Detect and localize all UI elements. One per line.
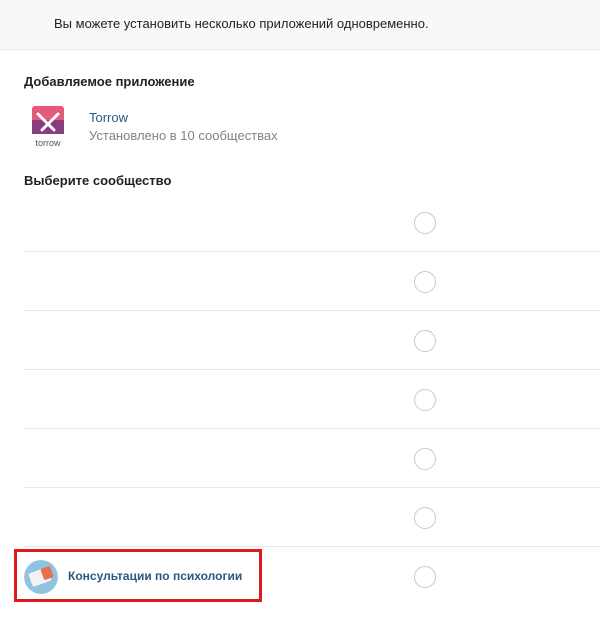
community-row[interactable]	[24, 488, 600, 547]
community-row[interactable]	[24, 252, 600, 311]
app-install-count: Установлено в 10 сообществах	[89, 128, 278, 143]
community-radio[interactable]	[414, 448, 436, 470]
community-radio[interactable]	[414, 271, 436, 293]
community-row[interactable]	[24, 370, 600, 429]
community-radio[interactable]	[414, 212, 436, 234]
torrow-logo-icon: torrow	[32, 106, 64, 148]
community-radio[interactable]	[414, 389, 436, 411]
community-row[interactable]	[24, 429, 600, 488]
community-row[interactable]	[24, 311, 600, 370]
info-banner-text: Вы можете установить несколько приложени…	[54, 16, 429, 31]
community-radio[interactable]	[414, 330, 436, 352]
torrow-logo-caption: torrow	[35, 138, 61, 148]
community-list: Консультации по психологии	[24, 193, 600, 606]
app-name-link[interactable]: Torrow	[89, 110, 128, 125]
info-banner: Вы можете установить несколько приложени…	[0, 0, 600, 50]
community-radio[interactable]	[414, 566, 436, 588]
community-radio[interactable]	[414, 507, 436, 529]
community-row[interactable]	[24, 193, 600, 252]
added-app-heading: Добавляемое приложение	[24, 74, 195, 89]
highlight-box	[14, 549, 262, 602]
select-community-heading: Выберите сообщество	[24, 173, 172, 188]
